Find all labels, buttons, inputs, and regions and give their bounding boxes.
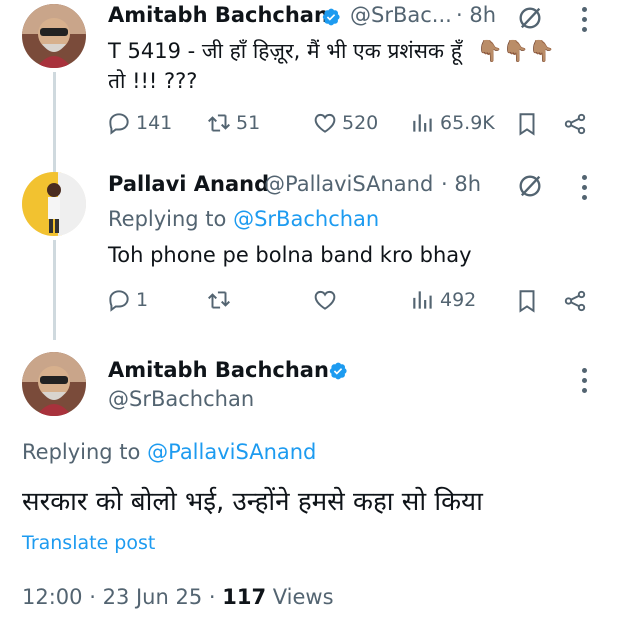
reply-button[interactable]: 1 — [106, 287, 148, 313]
share-icon[interactable] — [562, 111, 588, 137]
post-time[interactable]: · 8h — [456, 3, 496, 27]
replying-to: Replying to @SrBachchan — [108, 207, 379, 231]
views-count: 492 — [440, 289, 477, 311]
views-button[interactable]: 65.9K — [410, 110, 495, 136]
author-handle[interactable]: @SrBachchan — [108, 387, 254, 411]
replying-to-handle[interactable]: @SrBachchan — [233, 207, 379, 231]
grok-icon[interactable] — [516, 172, 544, 200]
separator-dot: · — [89, 585, 103, 609]
replying-to: Replying to @PallaviSAnand — [22, 440, 316, 464]
verified-badge-icon — [322, 8, 340, 26]
retweet-button[interactable] — [206, 287, 232, 313]
reply-button[interactable]: 141 — [106, 110, 172, 136]
post-text: T 5419 - जी हाँ हिज़ूर, मैं भी एक प्रशंस… — [108, 36, 588, 96]
more-icon[interactable] — [582, 368, 588, 398]
bookmark-icon[interactable] — [514, 288, 540, 314]
author-name[interactable]: Amitabh Bachchan — [108, 358, 329, 382]
retweet-button[interactable]: 51 — [206, 110, 260, 136]
views-label: Views — [272, 585, 334, 609]
replying-to-handle[interactable]: @PallaviSAnand — [147, 440, 316, 464]
thread-line — [53, 72, 56, 172]
avatar[interactable] — [22, 352, 86, 416]
pointing-down-emoji: 👇🏽👇🏽👇🏽 — [476, 39, 555, 63]
more-icon[interactable] — [582, 7, 588, 37]
like-button[interactable] — [312, 287, 338, 313]
post-time[interactable]: · 8h — [441, 172, 481, 196]
translate-post-link[interactable]: Translate post — [22, 532, 155, 554]
retweet-icon — [208, 291, 230, 309]
author-handle[interactable]: @SrBac... — [350, 3, 452, 27]
author-handle[interactable]: @PallaviSAnand — [264, 172, 433, 196]
post-timestamp: 12:00 · 23 Jun 25 · 117 Views — [22, 585, 334, 609]
replying-to-label: Replying to — [22, 440, 141, 464]
replying-to-label: Replying to — [108, 207, 227, 231]
post-date[interactable]: 23 Jun 25 — [103, 585, 203, 609]
reply-icon — [109, 113, 129, 135]
views-count: 117 — [222, 585, 267, 609]
post-text-line2: तो !!! ??? — [108, 69, 198, 93]
author-name[interactable]: Amitabh Bachchan — [108, 3, 329, 27]
avatar[interactable] — [22, 172, 86, 236]
grok-icon[interactable] — [516, 4, 544, 32]
avatar[interactable] — [22, 4, 86, 68]
retweet-count: 51 — [236, 112, 261, 134]
views-icon — [413, 114, 432, 132]
like-icon — [314, 113, 336, 133]
reply-count: 141 — [136, 112, 173, 134]
like-count: 520 — [342, 112, 379, 134]
author-name[interactable]: Pallavi Anand — [108, 172, 269, 196]
thread-line — [53, 240, 56, 340]
views-button[interactable]: 492 — [410, 287, 476, 313]
like-icon — [314, 290, 336, 310]
bookmark-icon[interactable] — [514, 111, 540, 137]
like-button[interactable]: 520 — [312, 110, 378, 136]
views-count: 65.9K — [440, 112, 495, 134]
post-text: Toh phone pe bolna band kro bhay — [108, 243, 472, 267]
post-text: सरकार को बोलो भई, उन्होंने हमसे कहा सो क… — [22, 487, 483, 517]
post-text-line1: T 5419 - जी हाँ हिज़ूर, मैं भी एक प्रशंस… — [108, 39, 462, 63]
more-icon[interactable] — [582, 175, 588, 205]
retweet-icon — [208, 114, 230, 132]
share-icon[interactable] — [562, 288, 588, 314]
reply-count: 1 — [136, 289, 149, 311]
verified-badge-icon — [329, 362, 347, 380]
separator-dot: · — [208, 585, 223, 609]
views-icon — [413, 291, 432, 309]
post-time[interactable]: 12:00 — [22, 585, 83, 609]
reply-icon — [109, 290, 129, 312]
